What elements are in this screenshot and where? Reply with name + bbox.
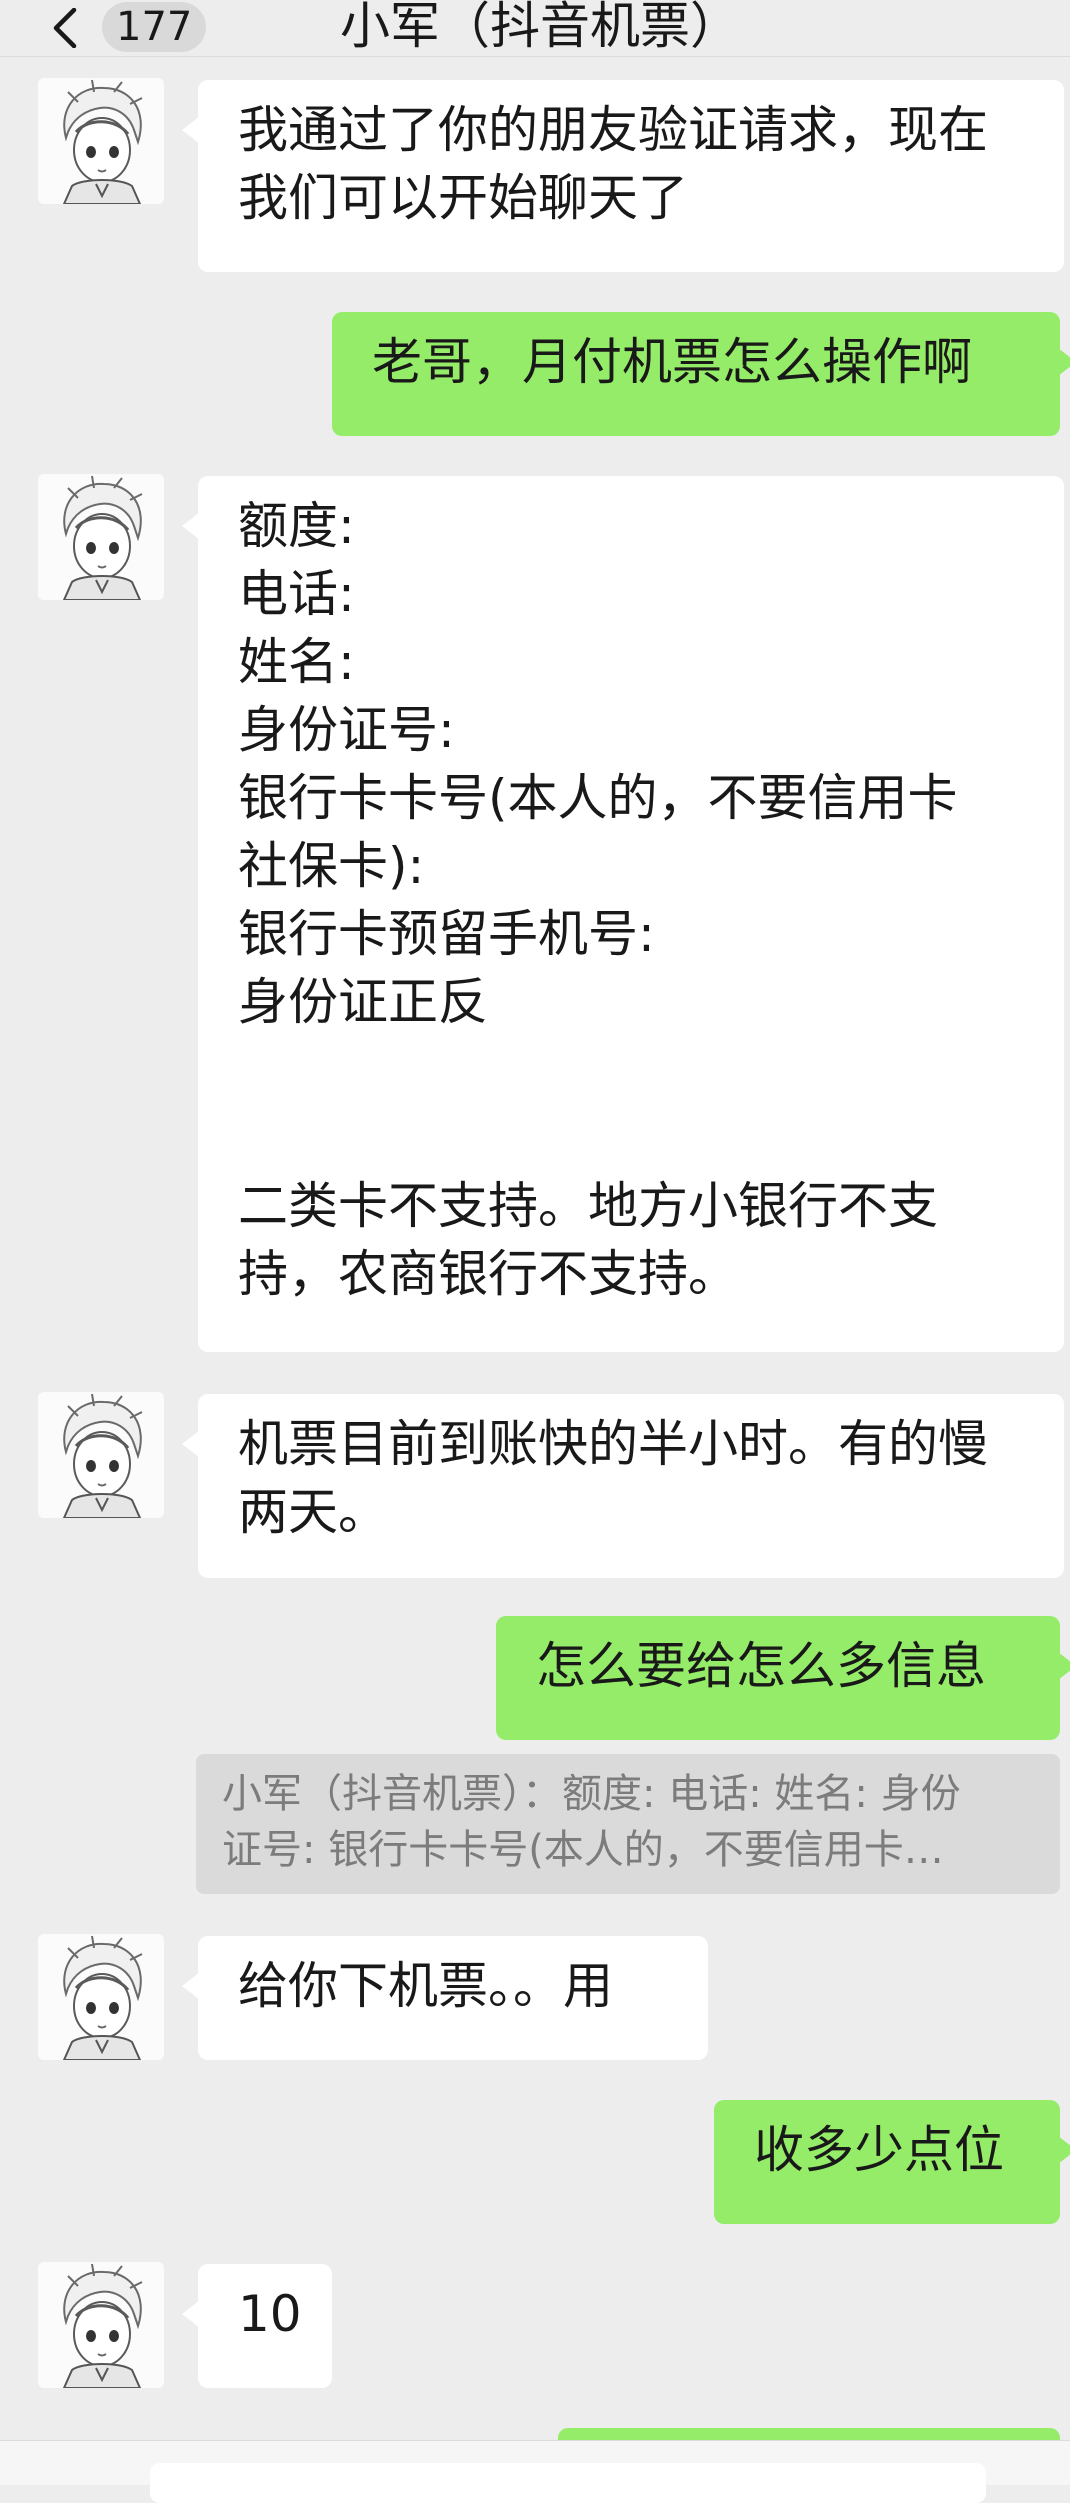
message-bubble-incoming[interactable]: 10 (182, 2264, 332, 2388)
message-bubble-incoming[interactable]: 机票目前到账快的半小时。有的慢 两天。 (182, 1394, 1064, 1578)
anime-boy-avatar-icon (38, 2262, 164, 2388)
contact-avatar[interactable] (38, 474, 164, 600)
quoted-message[interactable]: 小军（抖音机票）：额度: 电话: 姓名: 身份 证号: 银行卡卡号(本人的，不要… (196, 1754, 1060, 1894)
contact-avatar[interactable] (38, 78, 164, 204)
message-bubble-outgoing[interactable]: 收多少点位 (714, 2100, 1070, 2224)
chat-header: 177 小军（抖音机票） (0, 0, 1070, 57)
chevron-left-icon (53, 8, 77, 48)
contact-avatar[interactable] (38, 1934, 164, 2060)
anime-boy-avatar-icon (38, 1934, 164, 2060)
message-bubble-incoming[interactable]: 给你下机票。。用 (182, 1936, 708, 2060)
quoted-text-line: 小军（抖音机票）：额度: 电话: 姓名: 身份 (222, 1771, 961, 1817)
unread-count-badge[interactable]: 177 (102, 2, 207, 52)
message-input[interactable] (150, 2463, 986, 2503)
back-button[interactable] (44, 2, 84, 52)
input-bar (0, 2440, 1070, 2503)
message-bubble-incoming[interactable]: 我通过了你的朋友验证请求，现在 我们可以开始聊天了 (182, 80, 1064, 272)
anime-boy-avatar-icon (38, 474, 164, 600)
contact-avatar[interactable] (38, 1392, 164, 1518)
message-bubble-outgoing[interactable]: 怎么要给怎么多信息 (496, 1616, 1070, 1740)
message-bubble-incoming[interactable]: 额度: 电话: 姓名: 身份证号: 银行卡卡号(本人的，不要信用卡 社保卡): … (182, 476, 1064, 1352)
message-bubble-outgoing[interactable]: 老哥，月付机票怎么操作啊 (332, 312, 1070, 436)
contact-avatar[interactable] (38, 2262, 164, 2388)
anime-boy-avatar-icon (38, 1392, 164, 1518)
chat-title: 小军（抖音机票） (340, 0, 740, 55)
quoted-text-line: 证号: 银行卡卡号(本人的，不要信用卡… (222, 1827, 944, 1873)
anime-boy-avatar-icon (38, 78, 164, 204)
